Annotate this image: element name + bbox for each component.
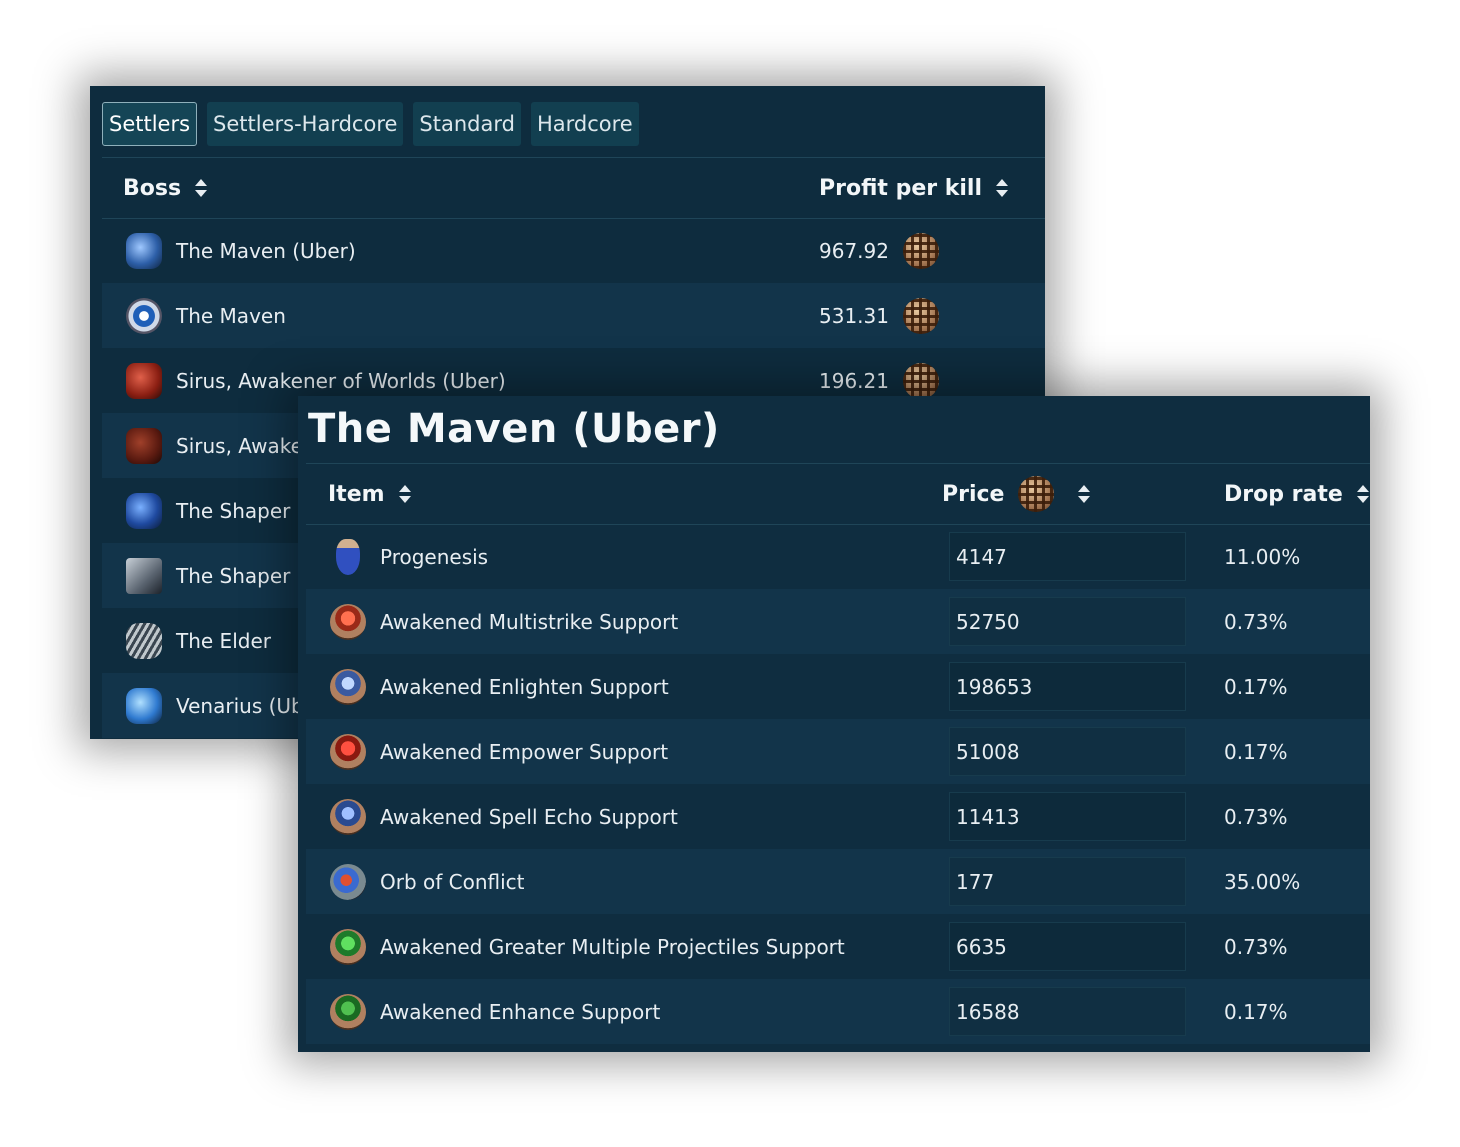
drop-row[interactable]: Awakened Enhance Support 16588 0.17%: [306, 979, 1370, 1044]
boss-name: The Elder: [176, 628, 271, 653]
chaos-orb-icon: [902, 232, 939, 269]
boss-name: Sirus, Awake: [176, 433, 303, 458]
boss-row[interactable]: The Maven 531.31: [102, 283, 1045, 348]
drop-rate: 35.00%: [1224, 869, 1301, 894]
price-input[interactable]: 6635: [949, 922, 1186, 971]
chaos-orb-icon: [902, 297, 939, 334]
profit-column-label: Profit per kill: [819, 175, 983, 201]
drop-rate: 0.17%: [1224, 999, 1288, 1024]
drops-table: Item Price Drop rate Progenesis 4147 11.…: [306, 463, 1370, 1052]
drop-rate: 0.73%: [1224, 804, 1288, 829]
chaos-orb-icon: [1018, 476, 1055, 512]
drops-table-header: Item Price Drop rate: [306, 463, 1370, 525]
item-column-header[interactable]: Item: [328, 464, 411, 524]
boss-table-header: Boss Profit per kill: [102, 157, 1045, 219]
boss-column-header[interactable]: Boss: [123, 158, 208, 218]
profit-value: 196.21: [819, 368, 889, 393]
boss-row[interactable]: The Maven (Uber) 967.92: [102, 218, 1045, 283]
sirus-icon: [126, 427, 162, 464]
drop-rate: 0.73%: [1224, 934, 1288, 959]
green-gem-icon: [330, 928, 366, 965]
tab-settlers-hardcore[interactable]: Settlers-Hardcore: [207, 102, 404, 146]
drop-row[interactable]: Awakened Greater Multiple Projectiles Su…: [306, 914, 1370, 979]
sort-icon[interactable]: [996, 179, 1009, 197]
maven-eye-icon: [126, 297, 162, 334]
item-column-label: Item: [328, 481, 385, 507]
league-tabs: Settlers Settlers-Hardcore Standard Hard…: [102, 102, 639, 146]
drop-row[interactable]: Awakened Enlighten Support 198653 0.17%: [306, 654, 1370, 719]
red-gem-icon: [330, 603, 366, 640]
drop-rate: 0.73%: [1224, 609, 1288, 634]
item-name: Awakened Spell Echo Support: [380, 804, 678, 829]
red-gem-icon: [330, 733, 366, 770]
item-name: Awakened Enhance Support: [380, 999, 661, 1024]
drop-row[interactable]: Awakened Spell Echo Support 11413 0.73%: [306, 784, 1370, 849]
shaper-uber-icon: [126, 492, 162, 529]
drop-rate: 0.17%: [1224, 739, 1288, 764]
blue-gem-icon: [330, 798, 366, 835]
item-name: Orb of Conflict: [380, 869, 525, 894]
boss-name: The Shaper: [176, 563, 291, 588]
drop-row[interactable]: Orb of Conflict 177 35.00%: [306, 849, 1370, 914]
boss-name: Venarius (Ub: [176, 693, 304, 718]
price-input[interactable]: 198653: [949, 662, 1186, 711]
boss-drops-panel: The Maven (Uber) Item Price Drop rate Pr…: [298, 396, 1370, 1052]
orb-icon: [330, 863, 366, 900]
chaos-orb-icon: [902, 362, 939, 399]
green-gem-icon: [330, 993, 366, 1030]
tab-standard[interactable]: Standard: [413, 102, 521, 146]
price-input[interactable]: 4147: [949, 532, 1186, 581]
drop-rate-column-label: Drop rate: [1224, 481, 1343, 507]
sort-icon[interactable]: [1356, 485, 1369, 503]
tab-settlers[interactable]: Settlers: [102, 102, 198, 146]
profit-value: 531.31: [819, 303, 889, 328]
drop-row[interactable]: Awakened Empower Support 51008 0.17%: [306, 719, 1370, 784]
boss-column-label: Boss: [123, 175, 182, 201]
price-input[interactable]: 177: [949, 857, 1186, 906]
elder-icon: [126, 622, 162, 659]
item-name: Awakened Enlighten Support: [380, 674, 669, 699]
venarius-icon: [126, 687, 162, 724]
drop-rate-column-header[interactable]: Drop rate: [1224, 464, 1369, 524]
item-name: Awakened Empower Support: [380, 739, 669, 764]
price-column-header[interactable]: Price: [942, 464, 1091, 524]
page-title: The Maven (Uber): [308, 406, 720, 452]
boss-name: The Shaper: [176, 498, 291, 523]
price-column-label: Price: [942, 481, 1005, 507]
price-input[interactable]: 52750: [949, 597, 1186, 646]
sort-icon[interactable]: [1078, 485, 1091, 503]
price-input[interactable]: 51008: [949, 727, 1186, 776]
sort-icon[interactable]: [195, 179, 208, 197]
price-input[interactable]: 11413: [949, 792, 1186, 841]
shaper-icon: [126, 557, 162, 594]
drop-rate: 0.17%: [1224, 674, 1288, 699]
profit-column-header[interactable]: Profit per kill: [819, 158, 1009, 218]
item-name: Progenesis: [380, 544, 489, 569]
item-name: Awakened Greater Multiple Projectiles Su…: [380, 934, 845, 959]
boss-name: The Maven (Uber): [176, 238, 356, 263]
flask-icon: [336, 538, 360, 575]
sort-icon[interactable]: [398, 485, 411, 503]
boss-name: The Maven: [176, 303, 286, 328]
tab-hardcore[interactable]: Hardcore: [530, 102, 639, 146]
drop-rate: 11.00%: [1224, 544, 1301, 569]
drop-row[interactable]: Awakened Multistrike Support 52750 0.73%: [306, 589, 1370, 654]
blue-gem-icon: [330, 668, 366, 705]
drop-row[interactable]: Progenesis 4147 11.00%: [306, 524, 1370, 589]
sirus-uber-icon: [126, 362, 162, 399]
item-name: Awakened Multistrike Support: [380, 609, 679, 634]
profit-value: 967.92: [819, 238, 889, 263]
maven-uber-icon: [126, 232, 162, 269]
price-input[interactable]: 16588: [949, 987, 1186, 1036]
boss-name: Sirus, Awakener of Worlds (Uber): [176, 368, 506, 393]
